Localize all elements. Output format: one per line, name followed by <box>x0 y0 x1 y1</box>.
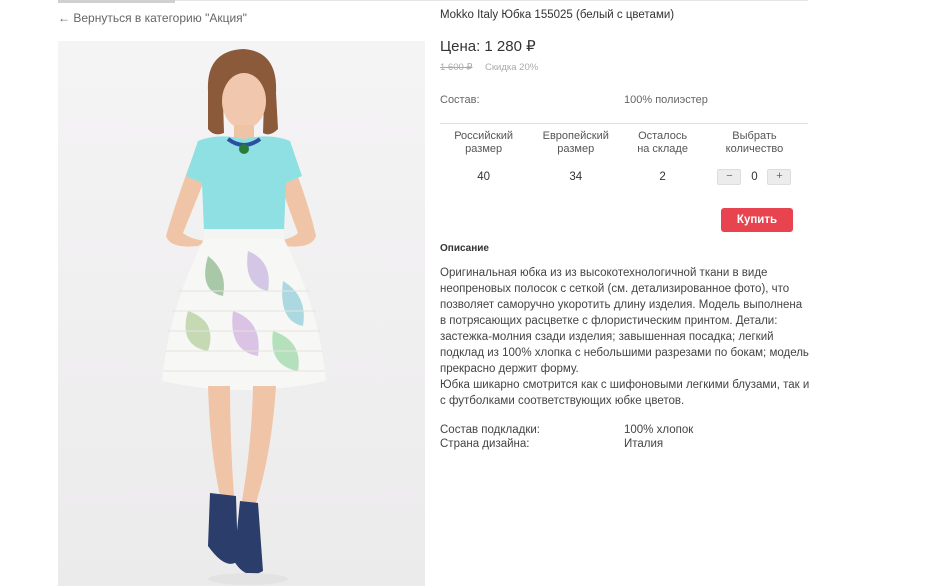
product-photo[interactable] <box>58 41 425 586</box>
quantity-plus-button[interactable]: + <box>767 169 792 185</box>
header-stock: Осталось на складе <box>637 130 688 155</box>
arrow-left-icon: ← <box>58 11 70 25</box>
description-paragraph: Юбка шикарно смотрится как с шифоновыми … <box>440 379 810 407</box>
composition-label: Состав: <box>440 94 480 106</box>
country-label: Страна дизайна: <box>440 438 530 450</box>
header-quantity: Выбрать количество <box>725 130 784 155</box>
price: Цена: 1 280 ₽ <box>440 37 536 55</box>
currency-icon: ₽ <box>526 38 536 55</box>
header-eu-size: Европейский размер <box>542 130 609 155</box>
quantity-stepper: − 0 + <box>717 169 792 185</box>
table-row: 40 34 2 − 0 + <box>440 160 808 194</box>
description-paragraph: Оригинальная юбка из из высокотехнологич… <box>440 267 809 375</box>
size-table-header: Российский размер Европейский размер Ост… <box>440 124 808 161</box>
back-to-category-link[interactable]: ← Вернуться в категорию "Акция" <box>58 11 247 25</box>
description-text: Оригинальная юбка из из высокотехнологич… <box>440 265 810 409</box>
lining-value: 100% хлопок <box>624 424 694 436</box>
quantity-minus-button[interactable]: − <box>717 169 742 185</box>
quantity-value[interactable]: 0 <box>749 171 759 183</box>
product-title: Mokko Italy Юбка 155025 (белый с цветами… <box>440 9 675 21</box>
price-value: 1 280 <box>484 38 522 55</box>
composition-value: 100% полиэстер <box>624 94 708 106</box>
eu-size-cell: 34 <box>569 171 583 183</box>
header-ru-size: Российский размер <box>454 130 514 155</box>
back-link-label: Вернуться в категорию "Акция" <box>73 11 247 25</box>
price-label: Цена: <box>440 38 481 55</box>
buy-button[interactable]: Купить <box>721 208 793 232</box>
old-price: 1 600 ₽ <box>440 62 473 73</box>
stock-cell: 2 <box>659 171 666 183</box>
top-divider-accent <box>58 0 175 3</box>
quantity-cell: − 0 + <box>701 160 808 194</box>
lining-label: Состав подкладки: <box>440 424 540 436</box>
description-title: Описание <box>440 243 489 254</box>
model-photo-illustration <box>58 41 425 586</box>
country-value: Италия <box>624 438 664 450</box>
ru-size-cell: 40 <box>477 171 491 183</box>
discount-badge: Скидка 20% <box>485 62 539 73</box>
size-table: Российский размер Европейский размер Ост… <box>440 123 808 194</box>
